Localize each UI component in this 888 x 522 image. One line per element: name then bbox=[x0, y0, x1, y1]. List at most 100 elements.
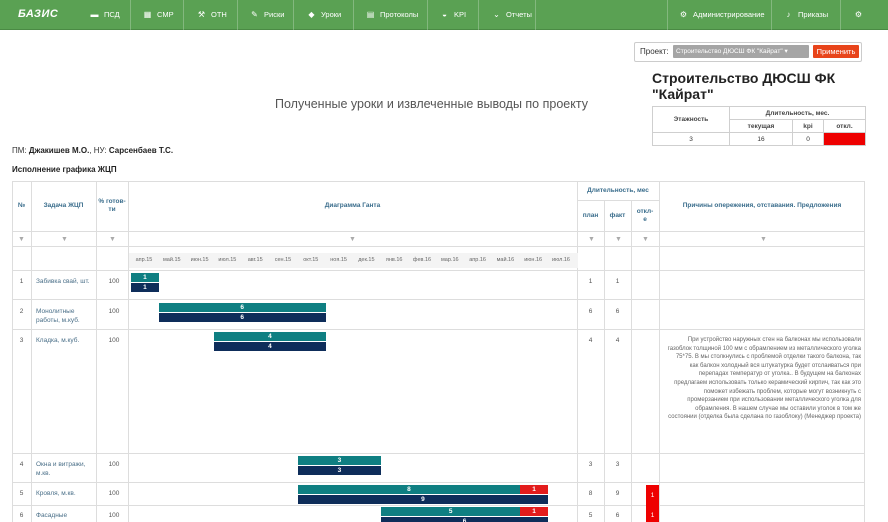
row-ready: 100 bbox=[108, 278, 120, 285]
nav-item-admin[interactable]: ⚙ Администрирование bbox=[679, 0, 765, 30]
wrench-icon: ⚒ bbox=[197, 10, 206, 19]
filter-icon[interactable]: ▼ bbox=[109, 236, 116, 243]
chevron-down-icon: ⌄ bbox=[493, 10, 500, 19]
month-label: сен.15 bbox=[274, 257, 292, 263]
nav-item-smr[interactable]: ▦ СМР bbox=[143, 0, 174, 30]
apply-button[interactable]: Применить bbox=[813, 45, 859, 58]
dev-header: откл. bbox=[823, 119, 866, 133]
row-ready: 100 bbox=[108, 490, 120, 497]
col-num-header: № bbox=[17, 202, 26, 209]
col-fact-header: факт bbox=[609, 211, 626, 219]
nav-item-kpi[interactable]: ◒ KPI bbox=[440, 0, 466, 30]
nav-item-orders[interactable]: ♪ Приказы bbox=[784, 0, 829, 30]
pin-icon: ✎ bbox=[251, 10, 258, 19]
month-label: июл.16 bbox=[552, 257, 570, 263]
row-dev: 1 bbox=[646, 507, 659, 522]
row-plan: 6 bbox=[588, 308, 593, 315]
building-icon: ▦ bbox=[143, 10, 152, 19]
duration-header: Длительность, мес. bbox=[729, 106, 866, 120]
month-label: ноя.15 bbox=[330, 257, 347, 263]
gantt-fact-bar: 4 bbox=[214, 342, 326, 351]
dashboard-icon: ◒ bbox=[442, 10, 447, 19]
filter-icon[interactable]: ▼ bbox=[61, 236, 68, 243]
row-task: Кладка, м.куб. bbox=[36, 337, 80, 344]
reason-text: При устройство наружных стен на балконах… bbox=[667, 337, 861, 421]
section-title: Исполнение графика ЖЦП bbox=[12, 165, 117, 174]
dev-value bbox=[823, 132, 866, 146]
row-ready: 100 bbox=[108, 308, 120, 315]
gears-icon: ⚙ bbox=[679, 10, 688, 19]
gantt-overrun-bar: 1 bbox=[520, 507, 548, 516]
filter-icon[interactable]: ▼ bbox=[588, 236, 595, 243]
col-gantt-header: Диаграмма Ганта bbox=[324, 202, 381, 209]
page-title: Полученные уроки и извлеченные выводы по… bbox=[275, 97, 588, 111]
row-fact: 6 bbox=[615, 308, 620, 315]
col-ready-header: % готов-ти bbox=[98, 198, 126, 213]
row-task: Фасадные bbox=[36, 512, 68, 519]
row-plan: 1 bbox=[588, 278, 593, 285]
month-label: май.15 bbox=[163, 257, 181, 263]
col-dev-header: откл-е bbox=[636, 207, 654, 223]
kpi-header: kpi bbox=[792, 119, 824, 133]
row-fact: 4 bbox=[615, 337, 620, 344]
month-label: окт.15 bbox=[303, 257, 319, 263]
filter-icon[interactable]: ▼ bbox=[760, 236, 767, 243]
row-task: Окна и витражи, м.кв. bbox=[36, 461, 86, 477]
month-label: июл.15 bbox=[218, 257, 237, 263]
col-plan-header: план bbox=[582, 211, 599, 219]
gantt-plan-bar: 5 bbox=[381, 507, 521, 516]
floors-value: 3 bbox=[652, 132, 730, 146]
document-icon: ▤ bbox=[366, 10, 375, 19]
nav-item-lessons[interactable]: ◆ Уроки bbox=[307, 0, 341, 30]
row-ready: 100 bbox=[108, 461, 120, 468]
settings-button[interactable]: ⚙ bbox=[854, 0, 868, 30]
kpi-table: Этажность Длительность, мес. текущая kpi… bbox=[652, 106, 866, 146]
row-plan: 5 bbox=[588, 512, 593, 519]
project-select[interactable]: Строительство ДЮСШ ФК "Кайрат" ▾ bbox=[673, 45, 809, 58]
row-plan: 4 bbox=[588, 337, 593, 344]
month-label: июн.15 bbox=[190, 257, 209, 263]
row-num: 4 bbox=[19, 461, 24, 468]
row-plan: 3 bbox=[588, 461, 593, 468]
row-num: 5 bbox=[19, 490, 24, 497]
project-title: Строительство ДЮСШ ФК "Кайрат" bbox=[652, 70, 836, 102]
row-num: 3 bbox=[19, 337, 24, 344]
current-value: 16 bbox=[729, 132, 793, 146]
gantt-plan-bar: 3 bbox=[297, 456, 382, 465]
nav-item-otn[interactable]: ⚒ ОТН bbox=[197, 0, 227, 30]
nav-item-reports[interactable]: ⌄ Отчеты bbox=[492, 0, 532, 30]
row-ready: 100 bbox=[108, 337, 120, 344]
gantt-fact-bar: 9 bbox=[297, 495, 548, 504]
month-label: мар.16 bbox=[441, 257, 459, 263]
row-num: 2 bbox=[19, 308, 24, 315]
gantt-fact-bar: 1 bbox=[131, 283, 159, 292]
month-label: апр.16 bbox=[469, 257, 486, 263]
kpi-value: 0 bbox=[792, 132, 824, 146]
row-task: Кровля, м.кв. bbox=[36, 490, 76, 497]
pm-line: ПМ: Джакишев М.О., НУ: Сарсенбаев Т.С. bbox=[12, 146, 174, 155]
filter-icon[interactable]: ▼ bbox=[642, 236, 649, 243]
gantt-fact-bar: 3 bbox=[297, 466, 382, 475]
month-label: янв.16 bbox=[385, 257, 403, 263]
top-navbar: БАЗИС ▬ ПСД ▦ СМР ⚒ ОТН ✎ Риски ◆ Уроки ▤ Прот… bbox=[0, 0, 888, 30]
graduation-cap-icon: ◆ bbox=[308, 10, 315, 19]
filter-icon[interactable]: ▼ bbox=[18, 236, 25, 243]
row-task: Забивка свай, шт. bbox=[36, 278, 90, 285]
filter-icon[interactable]: ▼ bbox=[615, 236, 622, 243]
nav-item-psd[interactable]: ▬ ПСД bbox=[90, 0, 120, 30]
caret-down-icon: ▾ bbox=[784, 48, 788, 55]
floors-header: Этажность bbox=[652, 106, 730, 133]
app-logo[interactable]: БАЗИС bbox=[18, 8, 58, 20]
row-num: 1 bbox=[19, 278, 24, 285]
row-num: 6 bbox=[19, 512, 24, 519]
bell-icon: ♪ bbox=[786, 10, 791, 19]
row-ready: 100 bbox=[108, 512, 120, 519]
filter-icon[interactable]: ▼ bbox=[349, 236, 356, 243]
month-label: июн.16 bbox=[524, 257, 543, 263]
row-plan: 8 bbox=[588, 490, 593, 497]
nav-item-risks[interactable]: ✎ Риски bbox=[250, 0, 284, 30]
gantt-overrun-bar: 1 bbox=[520, 485, 548, 494]
nav-item-protocols[interactable]: ▤ Протоколы bbox=[366, 0, 419, 30]
col-task-header: Задача ЖЦП bbox=[43, 202, 84, 209]
project-label: Проект: bbox=[640, 47, 669, 56]
